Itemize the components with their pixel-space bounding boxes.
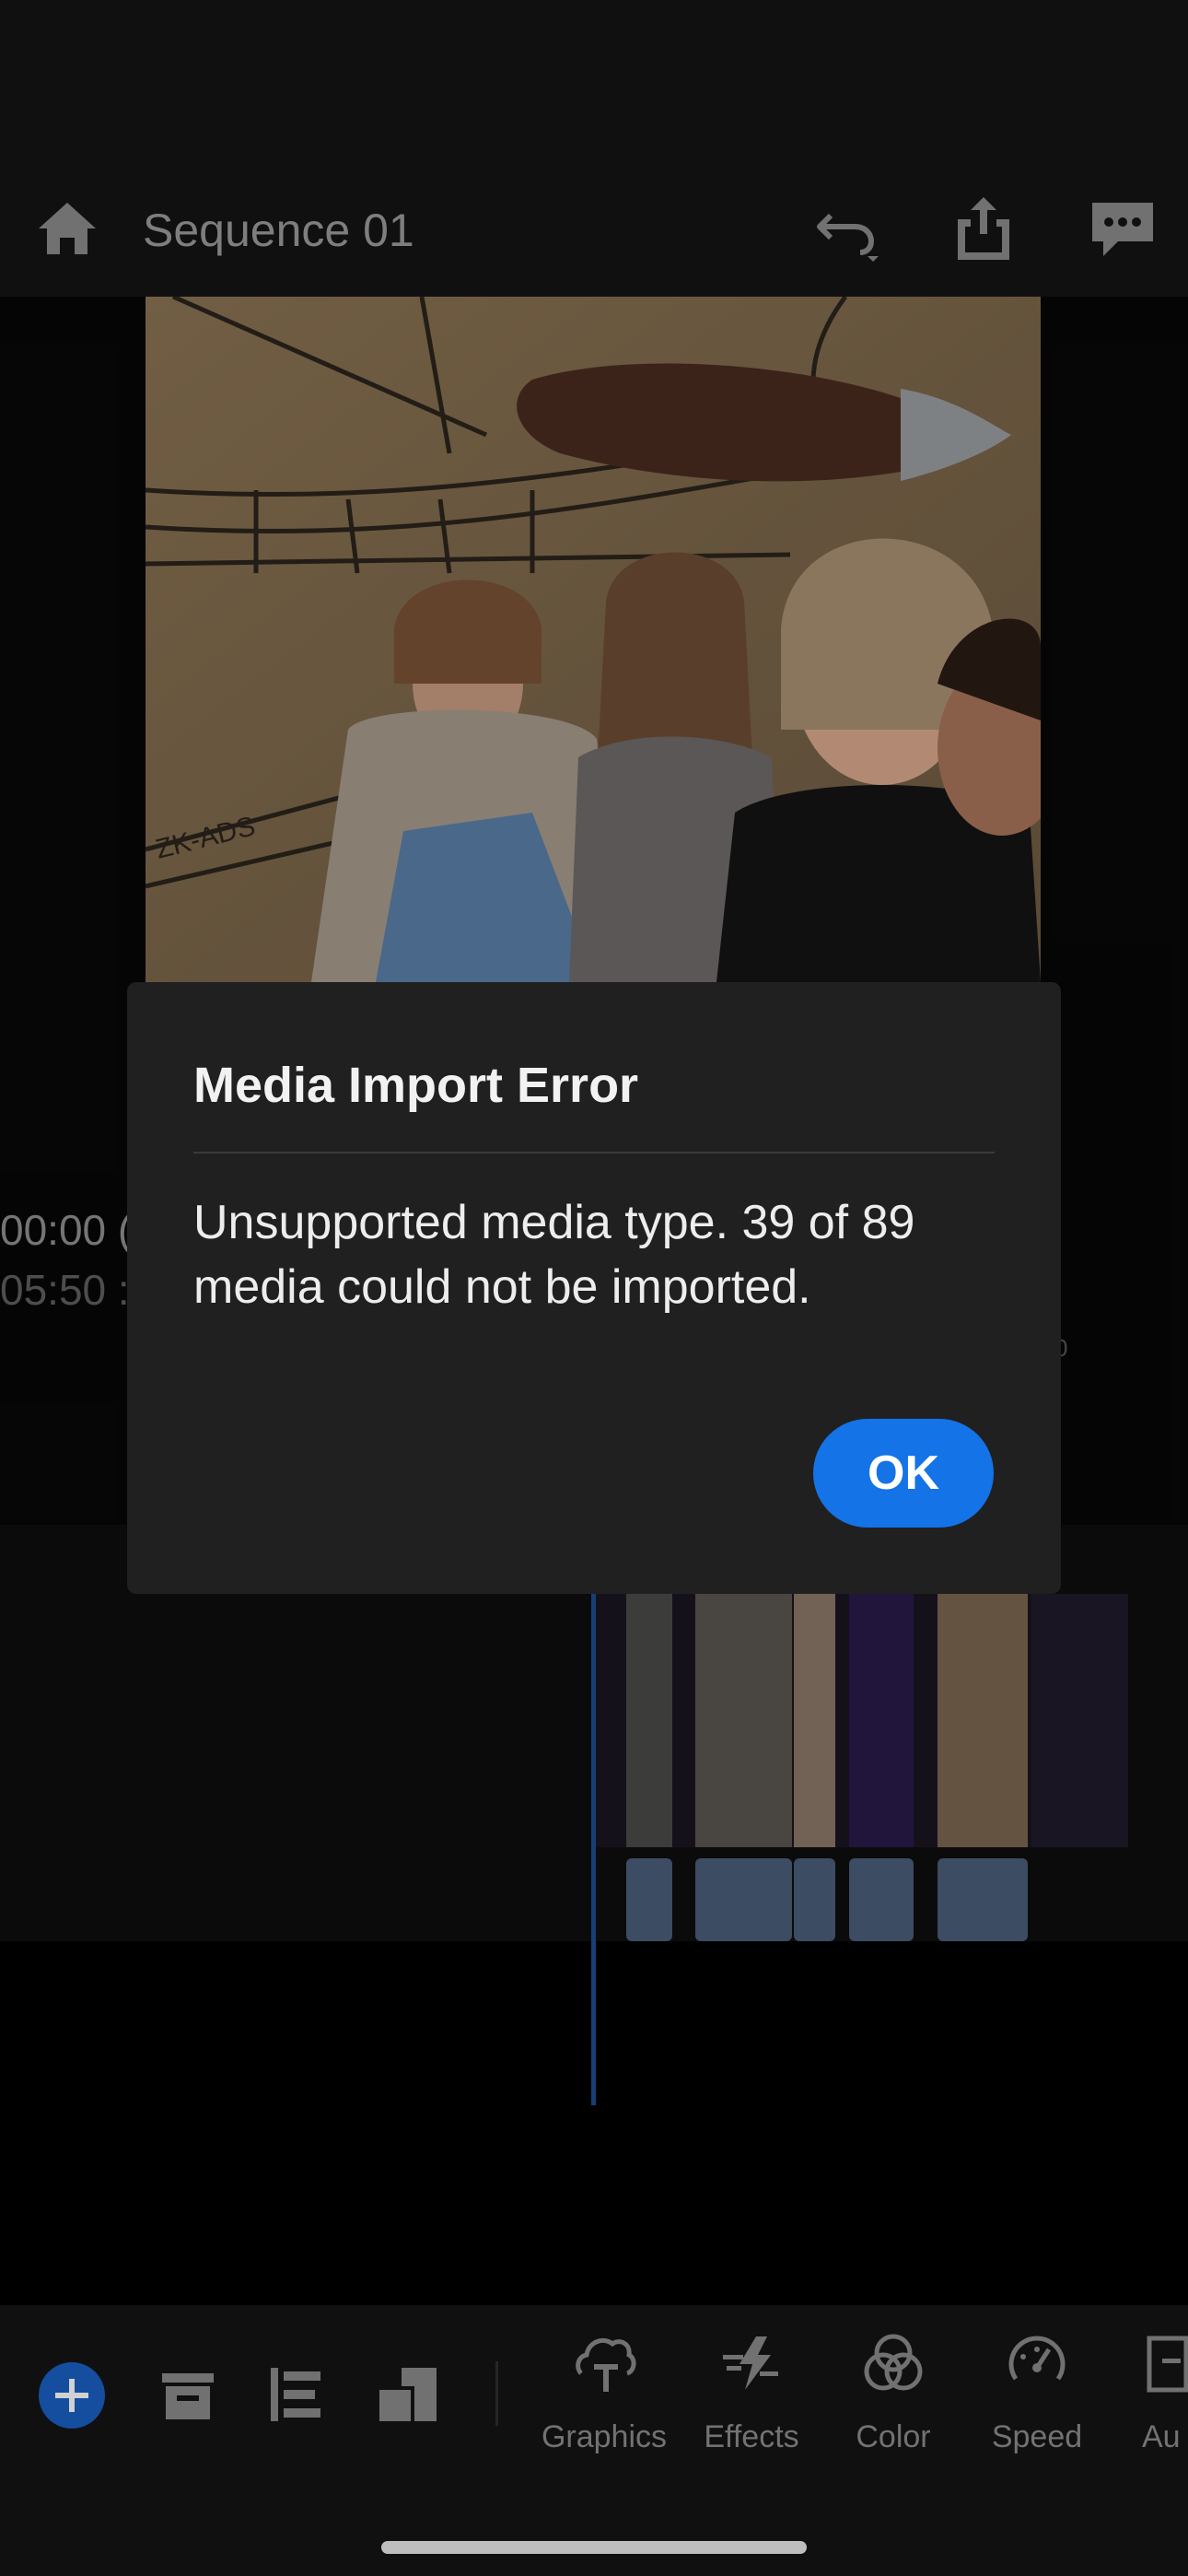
add-media-button[interactable] bbox=[39, 2362, 105, 2429]
effects-icon bbox=[723, 2336, 778, 2390]
share-icon bbox=[958, 197, 1009, 260]
preview-frame: ZK-ADS bbox=[146, 297, 1041, 982]
undo-icon bbox=[817, 213, 879, 262]
ok-button[interactable]: OK bbox=[813, 1419, 994, 1528]
tool-label: Color bbox=[856, 2419, 931, 2454]
audio-icon bbox=[1147, 2336, 1188, 2393]
total-duration: 05:50 : bbox=[0, 1266, 130, 1314]
archive-icon bbox=[162, 2373, 214, 2419]
playhead[interactable] bbox=[591, 1525, 596, 2105]
aspect-ratio-button[interactable] bbox=[378, 2366, 438, 2428]
comment-button[interactable] bbox=[1087, 195, 1159, 265]
home-indicator[interactable] bbox=[381, 2541, 807, 2554]
audio-clips bbox=[626, 1858, 1028, 1941]
current-timecode: 00:00 ( bbox=[0, 1206, 133, 1254]
tool-color[interactable]: Color bbox=[829, 2331, 958, 2460]
track-list-button[interactable] bbox=[269, 2366, 324, 2428]
list-icon bbox=[271, 2368, 320, 2421]
tool-effects[interactable]: Effects bbox=[687, 2331, 816, 2460]
aspect-ratio-icon bbox=[379, 2368, 437, 2421]
tool-label: Au bbox=[1142, 2419, 1181, 2454]
tool-speed[interactable]: Speed bbox=[973, 2331, 1101, 2460]
tool-label: Effects bbox=[704, 2419, 799, 2454]
undo-button[interactable] bbox=[810, 193, 884, 267]
sequence-title[interactable]: Sequence 01 bbox=[143, 203, 414, 258]
toolbar-divider bbox=[495, 2361, 498, 2426]
media-bin-button[interactable] bbox=[160, 2370, 215, 2426]
color-icon bbox=[864, 2334, 923, 2391]
dialog-title: Media Import Error bbox=[193, 1058, 639, 1113]
dialog-divider bbox=[193, 1152, 995, 1153]
plus-icon bbox=[55, 2379, 88, 2412]
graphics-icon bbox=[576, 2338, 636, 2392]
tool-label: Graphics bbox=[541, 2419, 668, 2454]
comment-icon bbox=[1092, 203, 1153, 256]
video-clips bbox=[626, 1594, 1128, 1847]
tool-graphics[interactable]: Graphics bbox=[540, 2331, 669, 2460]
speed-icon bbox=[1008, 2336, 1066, 2381]
share-button[interactable] bbox=[950, 192, 1017, 265]
dialog-message: Unsupported media type. 39 of 89 media c… bbox=[193, 1196, 915, 1314]
tool-audio[interactable]: Au bbox=[1118, 2331, 1188, 2460]
home-icon bbox=[39, 203, 96, 254]
tool-label: Speed bbox=[991, 2419, 1083, 2454]
home-button[interactable] bbox=[35, 197, 99, 262]
